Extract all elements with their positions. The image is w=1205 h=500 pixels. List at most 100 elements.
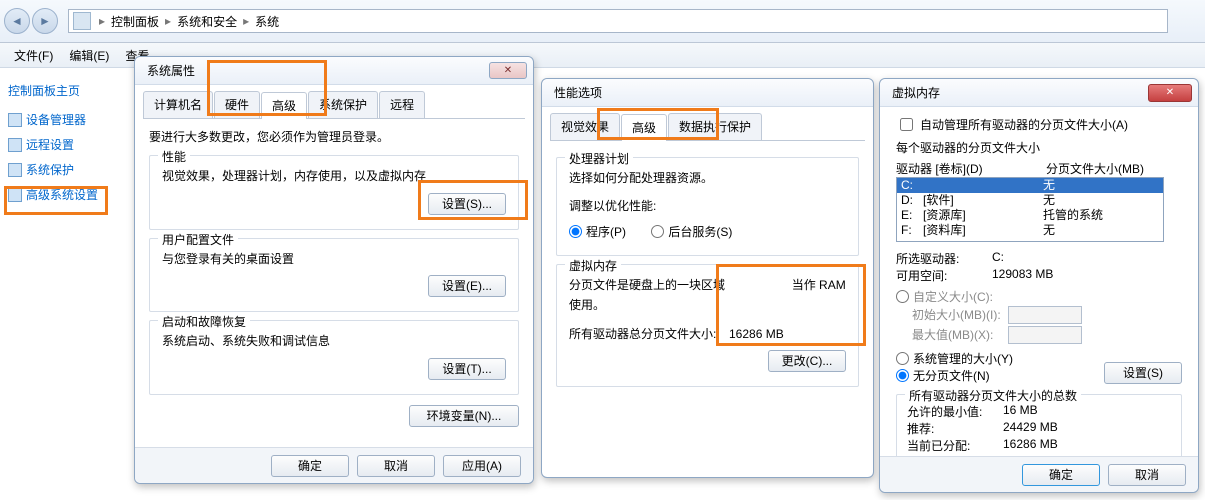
rec-label: 推荐:	[907, 420, 1003, 437]
min-label: 允许的最小值:	[907, 403, 1003, 420]
radio-custom-size[interactable]: 自定义大小(C):	[896, 288, 993, 305]
system-properties-dialog: 系统属性 ✕ 计算机名 硬件 高级 系统保护 远程 要进行大多数更改，您必须作为…	[134, 56, 534, 484]
sidebar-item-advanced-system[interactable]: 高级系统设置	[8, 182, 130, 207]
close-button[interactable]: ✕	[489, 62, 527, 79]
radio-programs[interactable]: 程序(P)	[569, 223, 626, 240]
drive-row-d[interactable]: D:[软件]无	[897, 193, 1163, 208]
min-value: 16 MB	[1003, 403, 1038, 420]
initial-size-input	[1008, 306, 1082, 324]
radio-label: 程序(P)	[586, 223, 626, 240]
vm-change-button[interactable]: 更改(C)...	[768, 350, 846, 372]
drive-list[interactable]: C:无 D:[软件]无 E:[资源库]托管的系统 F:[资料库]无	[896, 177, 1164, 242]
radio-label: 系统管理的大小(Y)	[913, 350, 1013, 367]
control-panel-sidebar: 控制面板主页 设备管理器 远程设置 系统保护 高级系统设置	[0, 68, 130, 498]
remote-settings-icon	[8, 138, 22, 152]
group-legend: 所有驱动器分页文件大小的总数	[905, 387, 1081, 404]
set-button[interactable]: 设置(S)	[1104, 362, 1182, 384]
radio-programs-input[interactable]	[569, 225, 582, 238]
drive-row-c[interactable]: C:无	[897, 178, 1163, 193]
menu-file[interactable]: 文件(F)	[6, 47, 61, 64]
tab-system-protection[interactable]: 系统保护	[308, 91, 378, 118]
tab-dep[interactable]: 数据执行保护	[668, 113, 762, 140]
tab-visual-effects[interactable]: 视觉效果	[550, 113, 620, 140]
system-protection-icon	[8, 163, 22, 177]
breadcrumb-root[interactable]: 控制面板	[109, 13, 161, 30]
tab-advanced[interactable]: 高级	[261, 92, 307, 119]
apply-button[interactable]: 应用(A)	[443, 455, 521, 477]
dialog-title: 性能选项	[554, 84, 602, 101]
tab-remote[interactable]: 远程	[379, 91, 425, 118]
sched-desc: 选择如何分配处理器资源。	[569, 168, 846, 188]
group-processor-scheduling: 处理器计划 选择如何分配处理器资源。 调整以优化性能: 程序(P) 后台服务(S…	[556, 157, 859, 256]
menu-edit[interactable]: 编辑(E)	[61, 47, 117, 64]
group-virtual-memory: 虚拟内存 分页文件是硬盘上的一块区域 xxxxxxxxxx 当作 RAM 使用。…	[556, 264, 859, 387]
address-bar[interactable]: ▸ 控制面板 ▸ 系统和安全 ▸ 系统	[68, 9, 1168, 33]
tab-advanced[interactable]: 高级	[621, 114, 667, 141]
breadcrumb-security[interactable]: 系统和安全	[175, 13, 239, 30]
env-vars-button[interactable]: 环境变量(N)...	[409, 405, 519, 427]
sidebar-item-label: 远程设置	[26, 136, 74, 153]
sidebar-item-remote-settings[interactable]: 远程设置	[8, 132, 130, 157]
dialog-footer: 确定 取消 应用(A)	[135, 447, 533, 483]
adjust-label: 调整以优化性能:	[569, 196, 846, 216]
sidebar-heading[interactable]: 控制面板主页	[8, 78, 130, 107]
cancel-button[interactable]: 取消	[1108, 464, 1186, 486]
nav-back-button[interactable]: ◄	[4, 8, 30, 34]
cur-label: 当前已分配:	[907, 437, 1003, 454]
radio-custom-input[interactable]	[896, 290, 909, 303]
ok-button[interactable]: 确定	[1022, 464, 1100, 486]
drive-row-e[interactable]: E:[资源库]托管的系统	[897, 208, 1163, 223]
ok-button[interactable]: 确定	[271, 455, 349, 477]
available-space-label: 可用空间:	[896, 267, 992, 284]
tab-hardware[interactable]: 硬件	[214, 91, 260, 118]
cancel-button[interactable]: 取消	[357, 455, 435, 477]
profile-desc: 与您登录有关的桌面设置	[162, 249, 506, 269]
profile-settings-button[interactable]: 设置(E)...	[428, 275, 506, 297]
radio-label: 无分页文件(N)	[913, 367, 990, 384]
performance-settings-button[interactable]: 设置(S)...	[428, 193, 506, 215]
drive-row-f[interactable]: F:[资料库]无	[897, 223, 1163, 238]
group-user-profile: 用户配置文件 与您登录有关的桌面设置 设置(E)...	[149, 238, 519, 312]
dialog-footer: 确定 取消	[880, 456, 1198, 492]
breadcrumb-system[interactable]: 系统	[253, 13, 281, 30]
sidebar-item-device-manager[interactable]: 设备管理器	[8, 107, 130, 132]
startup-settings-button[interactable]: 设置(T)...	[428, 358, 506, 380]
group-totals: 所有驱动器分页文件大小的总数 允许的最小值:16 MB 推荐:24429 MB …	[896, 394, 1182, 461]
selected-drive-label: 所选驱动器:	[896, 250, 992, 267]
auto-manage-checkbox[interactable]: 自动管理所有驱动器的分页文件大小(A)	[896, 115, 1182, 134]
close-button[interactable]: ✕	[1148, 84, 1192, 102]
selected-drive-value: C:	[992, 250, 1004, 267]
cur-value: 16286 MB	[1003, 437, 1058, 454]
explorer-topbar: ◄ ► ▸ 控制面板 ▸ 系统和安全 ▸ 系统	[0, 0, 1205, 43]
radio-system-managed[interactable]: 系统管理的大小(Y)	[896, 350, 1013, 367]
group-legend: 处理器计划	[565, 150, 633, 167]
group-legend: 用户配置文件	[158, 231, 238, 248]
radio-label: 后台服务(S)	[668, 223, 732, 240]
nav-forward-button[interactable]: ►	[32, 8, 58, 34]
initial-size-label: 初始大小(MB)(I):	[912, 306, 1008, 324]
vm-total-value: 16286 MB	[729, 324, 784, 344]
group-startup-recovery: 启动和故障恢复 系统启动、系统失败和调试信息 设置(T)...	[149, 320, 519, 394]
radio-no-paging[interactable]: 无分页文件(N)	[896, 367, 1013, 384]
dialog-title: 系统属性	[147, 62, 195, 79]
control-panel-icon	[73, 12, 91, 30]
device-manager-icon	[8, 113, 22, 127]
radio-label: 自定义大小(C):	[913, 288, 993, 305]
advanced-system-icon	[8, 188, 22, 202]
sidebar-item-system-protection[interactable]: 系统保护	[8, 157, 130, 182]
group-performance: 性能 视觉效果，处理器计划，内存使用，以及虚拟内存 设置(S)...	[149, 155, 519, 229]
radio-no-paging-input[interactable]	[896, 369, 909, 382]
vm-total-label: 所有驱动器总分页文件大小:	[569, 324, 729, 344]
tab-computer-name[interactable]: 计算机名	[143, 91, 213, 118]
admin-notice: 要进行大多数更改，您必须作为管理员登录。	[149, 127, 519, 147]
auto-manage-label: 自动管理所有驱动器的分页文件大小(A)	[920, 116, 1128, 133]
auto-manage-input[interactable]	[900, 118, 913, 131]
sidebar-item-label: 设备管理器	[26, 111, 86, 128]
perfopts-tabs: 视觉效果 高级 数据执行保护	[550, 113, 865, 141]
radio-system-managed-input[interactable]	[896, 352, 909, 365]
group-legend: 虚拟内存	[565, 257, 621, 274]
startup-desc: 系统启动、系统失败和调试信息	[162, 331, 506, 351]
each-drive-label: 每个驱动器的分页文件大小	[896, 138, 1182, 158]
radio-background-services[interactable]: 后台服务(S)	[651, 223, 732, 240]
radio-services-input[interactable]	[651, 225, 664, 238]
